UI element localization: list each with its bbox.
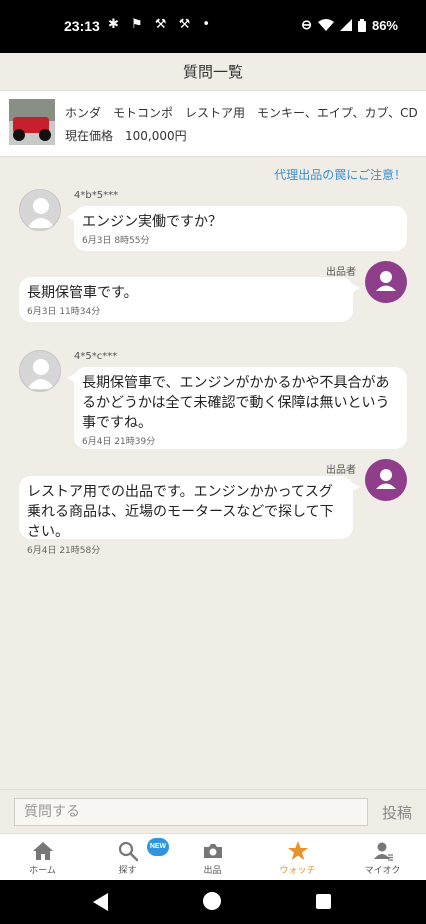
item-price: 現在価格 100,000円 xyxy=(65,129,187,143)
nav-search-label: 探す xyxy=(118,866,137,876)
question-input[interactable] xyxy=(14,798,368,826)
item-title: ホンダ モトコンポ レストア用 モンキー、エイプ、カブ、CD xyxy=(65,106,418,120)
asker-avatar xyxy=(19,189,61,231)
item-summary[interactable]: ホンダ モトコンポ レストア用 モンキー、エイプ、カブ、CD 現在価格 100,… xyxy=(0,91,426,157)
back-icon[interactable] xyxy=(93,893,109,911)
seller-label: 出品者 xyxy=(326,267,356,278)
question-text: 長期保管車で、エンジンがかかるかや不具合があるかどうかは全て未確認で動く保障は無… xyxy=(82,375,390,431)
page-title: 質問一覧 xyxy=(0,53,426,91)
status-bar: 23:13 ✱ ⚑ ⚒ ⚒ • ⊖ 86% xyxy=(0,0,426,53)
nav-myauc-label: マイオク xyxy=(364,866,401,876)
signal-icon xyxy=(339,19,352,31)
answer-text: 長期保管車です。 xyxy=(27,285,138,301)
home-icon xyxy=(32,842,53,860)
answer-time: 6月4日 21時58分 xyxy=(27,546,101,556)
battery-level: 86% xyxy=(371,17,398,33)
star-icon xyxy=(287,841,308,860)
answer-bubble: レストア用での出品です。エンジンかかってスグ乗れる商品は、近場のモータースなどで… xyxy=(19,476,360,556)
answer-time: 6月3日 11時34分 xyxy=(27,307,101,317)
seller-avatar xyxy=(365,261,407,303)
question-time: 6月4日 21時39分 xyxy=(82,437,156,447)
recent-apps-icon[interactable] xyxy=(316,894,331,909)
nav-sell[interactable]: 出品 xyxy=(170,834,255,881)
nav-watch-label: ウォッチ xyxy=(279,866,316,876)
user-icon xyxy=(373,842,393,861)
nav-home-label: ホーム xyxy=(29,866,56,876)
question-time: 6月3日 8時55分 xyxy=(82,236,150,246)
asker-id: 4*b*5*** xyxy=(74,190,119,201)
question-text: エンジン実働ですか？ xyxy=(82,214,222,230)
status-time: 23:13 xyxy=(64,18,100,34)
home-button-icon[interactable] xyxy=(203,892,221,910)
nav-myauc[interactable]: マイオク xyxy=(340,834,425,881)
new-badge: NEW xyxy=(147,838,169,856)
seller-label: 出品者 xyxy=(326,465,356,476)
answer-text: レストア用での出品です。エンジンかかってスグ乗れる商品は、近場のモータースなどで… xyxy=(27,484,334,540)
sync-icon: ⊖ xyxy=(301,17,312,32)
bottom-nav: ホーム 探す NEW 出品 ウォッチ マイオク xyxy=(0,833,426,880)
nav-watch[interactable]: ウォッチ xyxy=(255,834,340,881)
question-bubble: エンジン実働ですか？ 6月3日 8時55分 xyxy=(67,206,407,251)
nav-home[interactable]: ホーム xyxy=(0,834,85,881)
battery-icon xyxy=(357,18,366,32)
item-thumbnail xyxy=(9,99,55,145)
notification-icons: ✱ ⚑ ⚒ ⚒ • xyxy=(108,17,215,32)
asker-id: 4*5*c*** xyxy=(74,351,118,362)
camera-icon xyxy=(203,844,222,858)
question-bubble: 長期保管車で、エンジンがかかるかや不具合があるかどうかは全て未確認で動く保障は無… xyxy=(67,367,407,449)
search-icon xyxy=(118,841,138,862)
fraud-warning-link[interactable]: 代理出品の罠にご注意！ xyxy=(274,166,406,183)
post-button[interactable]: 投稿 xyxy=(382,802,412,823)
system-nav-bar xyxy=(0,880,426,924)
wifi-icon xyxy=(317,19,334,31)
nav-sell-label: 出品 xyxy=(203,866,222,876)
status-indicators: ⊖ 86% xyxy=(301,17,398,33)
answer-bubble: 長期保管車です。 6月3日 11時34分 xyxy=(19,277,360,322)
asker-avatar xyxy=(19,350,61,392)
seller-avatar xyxy=(365,459,407,501)
nav-search[interactable]: 探す NEW xyxy=(85,834,170,881)
question-composer: 投稿 xyxy=(0,789,426,833)
